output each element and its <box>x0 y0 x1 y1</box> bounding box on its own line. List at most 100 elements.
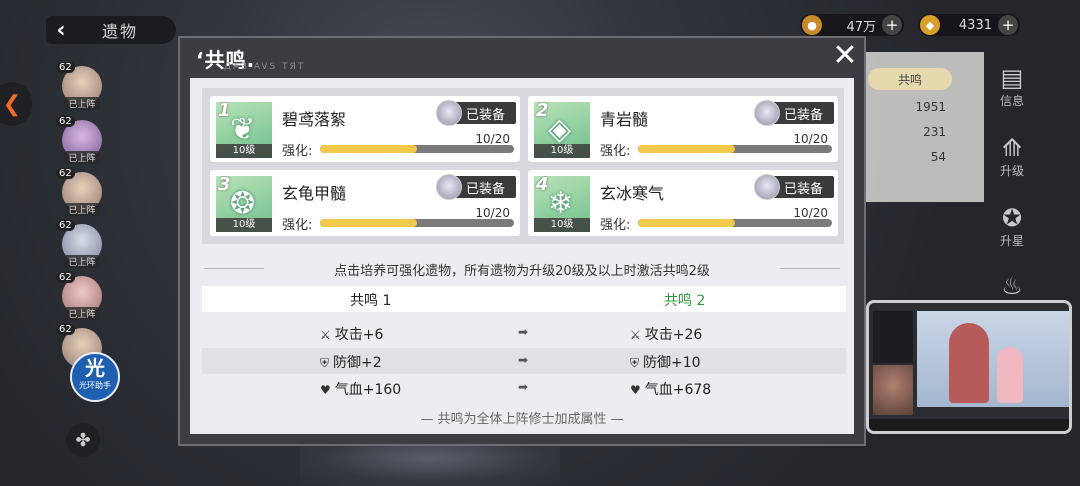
helper-badge[interactable]: 光 光环助手 <box>70 352 120 402</box>
coin-value: 47万 <box>846 19 876 35</box>
next-level-label: 共鸣 2 <box>664 293 706 309</box>
spirit-stone-icon: ◆ <box>920 15 940 35</box>
roster-avatar[interactable]: 62 已上阵 <box>56 220 102 268</box>
avatar-level: 62 <box>56 168 75 179</box>
strength-label: 强化: <box>600 218 631 233</box>
current-stat: ⚔ 攻击+6 <box>320 327 384 343</box>
clover-menu-icon[interactable]: ✤ <box>66 423 100 457</box>
strength-progress-fill <box>638 145 735 153</box>
ice-mist-icon: ❄ <box>548 186 574 221</box>
roster-avatar[interactable]: 62 已上阵 <box>56 272 102 320</box>
relic-icon: 3 ❂ 10级 <box>216 176 272 232</box>
relic-card[interactable]: 2 ◈ 10级 青岩髓 已装备 10/20 强化: <box>528 96 838 162</box>
avatar-level: 62 <box>56 220 75 231</box>
helper-glyph: 光 <box>85 356 105 380</box>
strength-progress-fill <box>320 145 417 153</box>
current-stat: ♥ 气血+160 <box>320 382 402 398</box>
relic-progress-text: 10/20 <box>475 132 510 146</box>
relic-name: 碧鸢落絮 <box>282 110 347 129</box>
strength-progress-bar <box>638 145 832 153</box>
strength-label: 强化: <box>282 218 313 233</box>
crystal-icon: ◈ <box>548 112 572 147</box>
relic-name: 玄冰寒气 <box>600 184 665 203</box>
avatar-status: 已上阵 <box>64 203 100 216</box>
strength-progress-bar <box>320 219 514 227</box>
stat-row: ⛨ 防御+2 ➡ ⛨ 防御+10 <box>202 348 846 374</box>
star-up-icon: ✪ <box>1001 204 1023 232</box>
menu-star-up[interactable]: ✪ 升星 <box>992 204 1032 249</box>
avatar-level: 62 <box>56 272 75 283</box>
back-arrow-icon: ‹ <box>56 17 66 43</box>
relic-index: 2 <box>536 102 549 121</box>
video-character <box>949 323 989 403</box>
divider <box>780 268 840 269</box>
menu-extra[interactable]: ♨ <box>992 272 1032 300</box>
stat-value: 1951 <box>915 100 946 114</box>
relic-icon: 2 ◈ 10级 <box>534 102 590 158</box>
stat-value: 231 <box>923 125 946 139</box>
arrow-right-icon: ➡ <box>518 380 529 394</box>
equipped-avatar <box>436 100 462 126</box>
stat-row: ♥ 气血+160 ➡ ♥ 气血+678 <box>202 375 846 401</box>
menu-info[interactable]: ▤ 信息 <box>992 64 1032 109</box>
dialog-body: 1 ❦ 10级 碧鸢落絮 已装备 10/20 强化: 2 ◈ 10级 青岩髓 已… <box>190 78 854 434</box>
avatar-status: 已上阵 <box>64 97 100 110</box>
relic-name: 青岩髓 <box>600 110 649 129</box>
helper-label: 光环助手 <box>79 381 111 390</box>
relic-icon: 4 ❄ 10级 <box>534 176 590 232</box>
roster-avatar[interactable]: 62 已上阵 <box>56 62 102 110</box>
resonance-tab[interactable]: 共鸣 <box>868 68 952 90</box>
relic-level: 10级 <box>534 218 590 232</box>
next-stat: ⚔ 攻击+26 <box>630 327 703 343</box>
heart-icon: ♥ <box>630 383 641 397</box>
relic-progress-text: 10/20 <box>475 206 510 220</box>
current-level-label: 共鸣 1 <box>350 293 392 309</box>
resonance-dialog: ‘共鸣. ДАЗ AVS ТЯТ ✕ 1 ❦ 10级 碧鸢落絮 已装备 10/2… <box>178 36 866 446</box>
strength-progress-bar <box>320 145 514 153</box>
add-spirit-stone-button[interactable]: + <box>998 15 1018 35</box>
sword-icon: ⚔ <box>320 328 331 342</box>
avatar-level: 62 <box>56 116 75 127</box>
relic-card[interactable]: 3 ❂ 10级 玄龟甲髓 已装备 10/20 强化: <box>210 170 520 236</box>
close-icon[interactable]: ✕ <box>832 41 858 71</box>
avatar-level: 62 <box>56 62 75 73</box>
relic-progress-text: 10/20 <box>793 132 828 146</box>
relic-name: 玄龟甲髓 <box>282 184 347 203</box>
spirit-stone-resource: ◆ 4331 + <box>918 14 1020 36</box>
strength-label: 强化: <box>600 144 631 159</box>
menu-label: 信息 <box>999 94 1024 108</box>
floating-video-window[interactable] <box>866 300 1072 434</box>
turtle-shell-icon: ❂ <box>230 186 256 221</box>
strength-progress-fill <box>320 219 417 227</box>
flame-icon: ♨ <box>1001 272 1023 300</box>
heart-icon: ♥ <box>320 383 331 397</box>
equipped-avatar <box>436 174 462 200</box>
relic-icon: 1 ❦ 10级 <box>216 102 272 158</box>
relic-index: 3 <box>218 176 231 195</box>
streamer-camera <box>873 365 913 415</box>
relic-card[interactable]: 4 ❄ 10级 玄冰寒气 已装备 10/20 强化: <box>528 170 838 236</box>
video-character <box>997 347 1023 403</box>
roster-avatar[interactable]: 62 已上阵 <box>56 168 102 216</box>
relic-index: 4 <box>536 176 549 195</box>
back-button[interactable]: ‹ 遗物 <box>46 16 176 44</box>
relic-level: 10级 <box>216 218 272 232</box>
relic-card[interactable]: 1 ❦ 10级 碧鸢落絮 已装备 10/20 强化: <box>210 96 520 162</box>
equipped-badge: 已装备 <box>436 100 516 126</box>
equipped-avatar <box>754 100 780 126</box>
avatar-level: 62 <box>56 324 75 335</box>
avatar-status: 已上阵 <box>64 255 100 268</box>
menu-label: 升级 <box>999 164 1024 178</box>
shield-icon: ⛨ <box>630 356 640 370</box>
spirit-stone-value: 4331 <box>958 17 992 33</box>
add-coin-button[interactable]: + <box>882 15 902 35</box>
roster-avatar[interactable]: 62 已上阵 <box>56 116 102 164</box>
resonance-footer-note: — 共鸣为全体上阵修士加成属性 — <box>420 412 624 427</box>
relic-index: 1 <box>218 102 231 121</box>
menu-upgrade[interactable]: ⟰ 升级 <box>992 134 1032 179</box>
equipped-avatar <box>754 174 780 200</box>
equipped-badge: 已装备 <box>754 100 834 126</box>
avatar-status: 已上阵 <box>64 151 100 164</box>
sword-icon: ⚔ <box>630 328 641 342</box>
video-control-bar <box>869 419 1069 431</box>
